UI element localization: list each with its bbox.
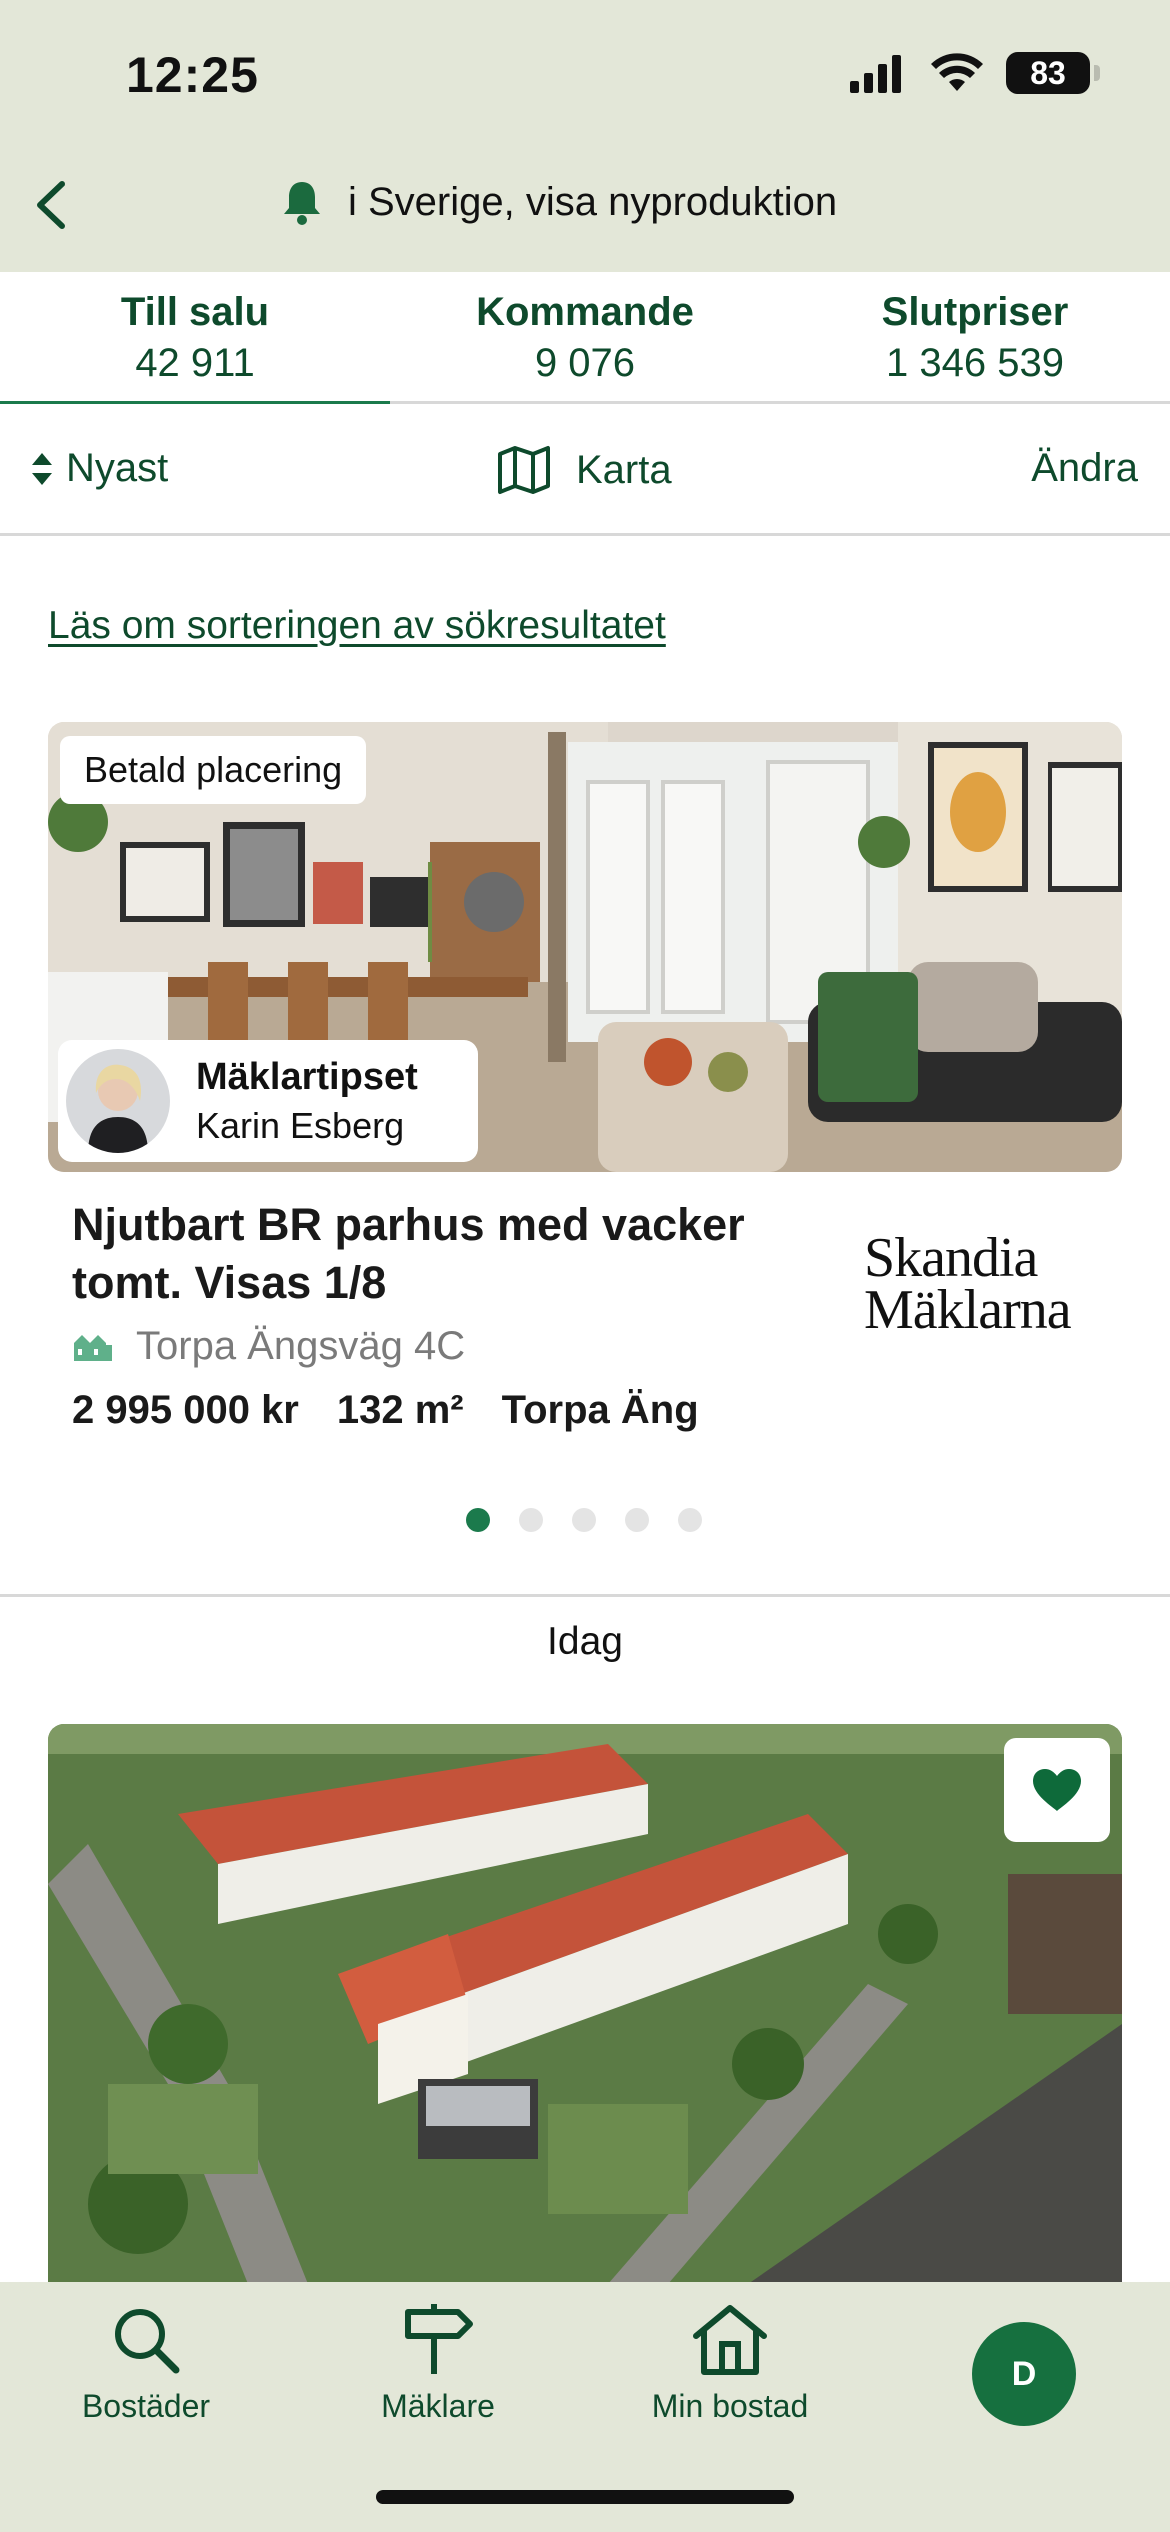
listing-facts: 2 995 000 kr 132 m² Torpa Äng: [72, 1388, 699, 1433]
tab-slutpriser[interactable]: Slutpriser 1 346 539: [780, 272, 1170, 404]
aerial-photo: [48, 1724, 1122, 2284]
carousel-dot[interactable]: [466, 1508, 490, 1532]
carousel-dot[interactable]: [678, 1508, 702, 1532]
listing-title[interactable]: Njutbart BR parhus med vacker tomt. Visa…: [72, 1196, 832, 1312]
nav-label: Min bostad: [651, 2388, 809, 2424]
tab-count: 9 076: [534, 341, 636, 385]
day-section-label: Idag: [547, 1620, 623, 1663]
broker-logo-line: Skandia: [864, 1227, 1038, 1289]
listing-district: Torpa Äng: [501, 1388, 699, 1432]
home-indicator: [376, 2490, 794, 2504]
broker-logo: Skandia Mäklarna: [864, 1227, 1072, 1341]
listing-image[interactable]: [48, 1724, 1122, 2284]
map-icon: [498, 446, 550, 494]
tab-till-salu[interactable]: Till salu 42 911: [0, 272, 390, 407]
tab-label: Till salu: [120, 290, 270, 334]
status-icons: 83: [848, 52, 1100, 94]
signal-icon: [850, 55, 901, 93]
listing-area: 132 m²: [336, 1388, 464, 1432]
favorite-button[interactable]: [1004, 1738, 1110, 1842]
agent-tip-badge[interactable]: Mäklartipset Karin Esberg: [58, 1040, 478, 1162]
back-button[interactable]: [24, 170, 84, 240]
map-button[interactable]: Karta: [496, 444, 672, 496]
carousel-dot[interactable]: [572, 1508, 596, 1532]
results-toolbar: Nyast Karta Ändra: [0, 404, 1170, 536]
signpost-icon: [405, 2304, 473, 2374]
nav-min-bostad[interactable]: Min bostad: [620, 2302, 840, 2425]
section-divider: [0, 1594, 1170, 1597]
top-bar: 12:25 83 i Sverige, visa nyproduktion: [0, 0, 1170, 272]
search-title-text: i Sverige, visa nyproduktion: [348, 179, 838, 224]
tab-label: Slutpriser: [881, 290, 1069, 334]
paid-placement-badge: Betald placering: [60, 736, 367, 804]
status-time: 12:25: [126, 47, 259, 103]
sort-label: Nyast: [66, 446, 169, 490]
sort-button[interactable]: Nyast: [28, 446, 168, 491]
listing-price: 2 995 000 kr: [72, 1388, 299, 1432]
map-label: Karta: [576, 447, 672, 492]
tab-label: Kommande: [476, 290, 694, 334]
battery-indicator: 83: [1006, 52, 1100, 94]
sort-icon: [32, 452, 52, 485]
saved-search-title[interactable]: i Sverige, visa nyproduktion: [280, 178, 837, 226]
nav-maklare[interactable]: Mäklare: [328, 2302, 548, 2425]
nav-label: Mäklare: [381, 2388, 495, 2424]
agent-tip-title: Mäklartipset: [196, 1055, 418, 1098]
nav-label: Bostäder: [81, 2388, 211, 2424]
carousel-dot[interactable]: [625, 1508, 649, 1532]
edit-search-button[interactable]: Ändra: [1031, 446, 1138, 491]
agent-avatar: [62, 1045, 174, 1157]
tab-kommande[interactable]: Kommande 9 076: [390, 272, 780, 404]
broker-logo-line: Mäklarna: [864, 1279, 1072, 1341]
tab-count: 1 346 539: [886, 341, 1064, 385]
tab-count: 42 911: [135, 341, 255, 385]
carousel-dot[interactable]: [519, 1508, 543, 1532]
agent-name: Karin Esberg: [196, 1104, 405, 1146]
listing-address: Torpa Ängsväg 4C: [72, 1324, 465, 1369]
search-icon: [115, 2309, 180, 2374]
home-icon: [693, 2305, 767, 2375]
profile-avatar-button[interactable]: D: [972, 2322, 1076, 2426]
chevron-left-icon: [37, 181, 65, 229]
wifi-icon: [931, 53, 983, 91]
sort-info-link[interactable]: Läs om sorteringen av sökresultatet: [48, 604, 666, 648]
address-text: Torpa Ängsväg 4C: [136, 1324, 466, 1368]
heart-icon: [1033, 1769, 1081, 1811]
nav-bostader[interactable]: Bostäder: [36, 2302, 256, 2425]
carousel-dots: [466, 1508, 702, 1532]
bell-icon: [284, 182, 320, 225]
townhouse-icon: [74, 1334, 112, 1361]
listing-tabs: Till salu 42 911 Kommande 9 076 Slutpris…: [0, 272, 1170, 407]
